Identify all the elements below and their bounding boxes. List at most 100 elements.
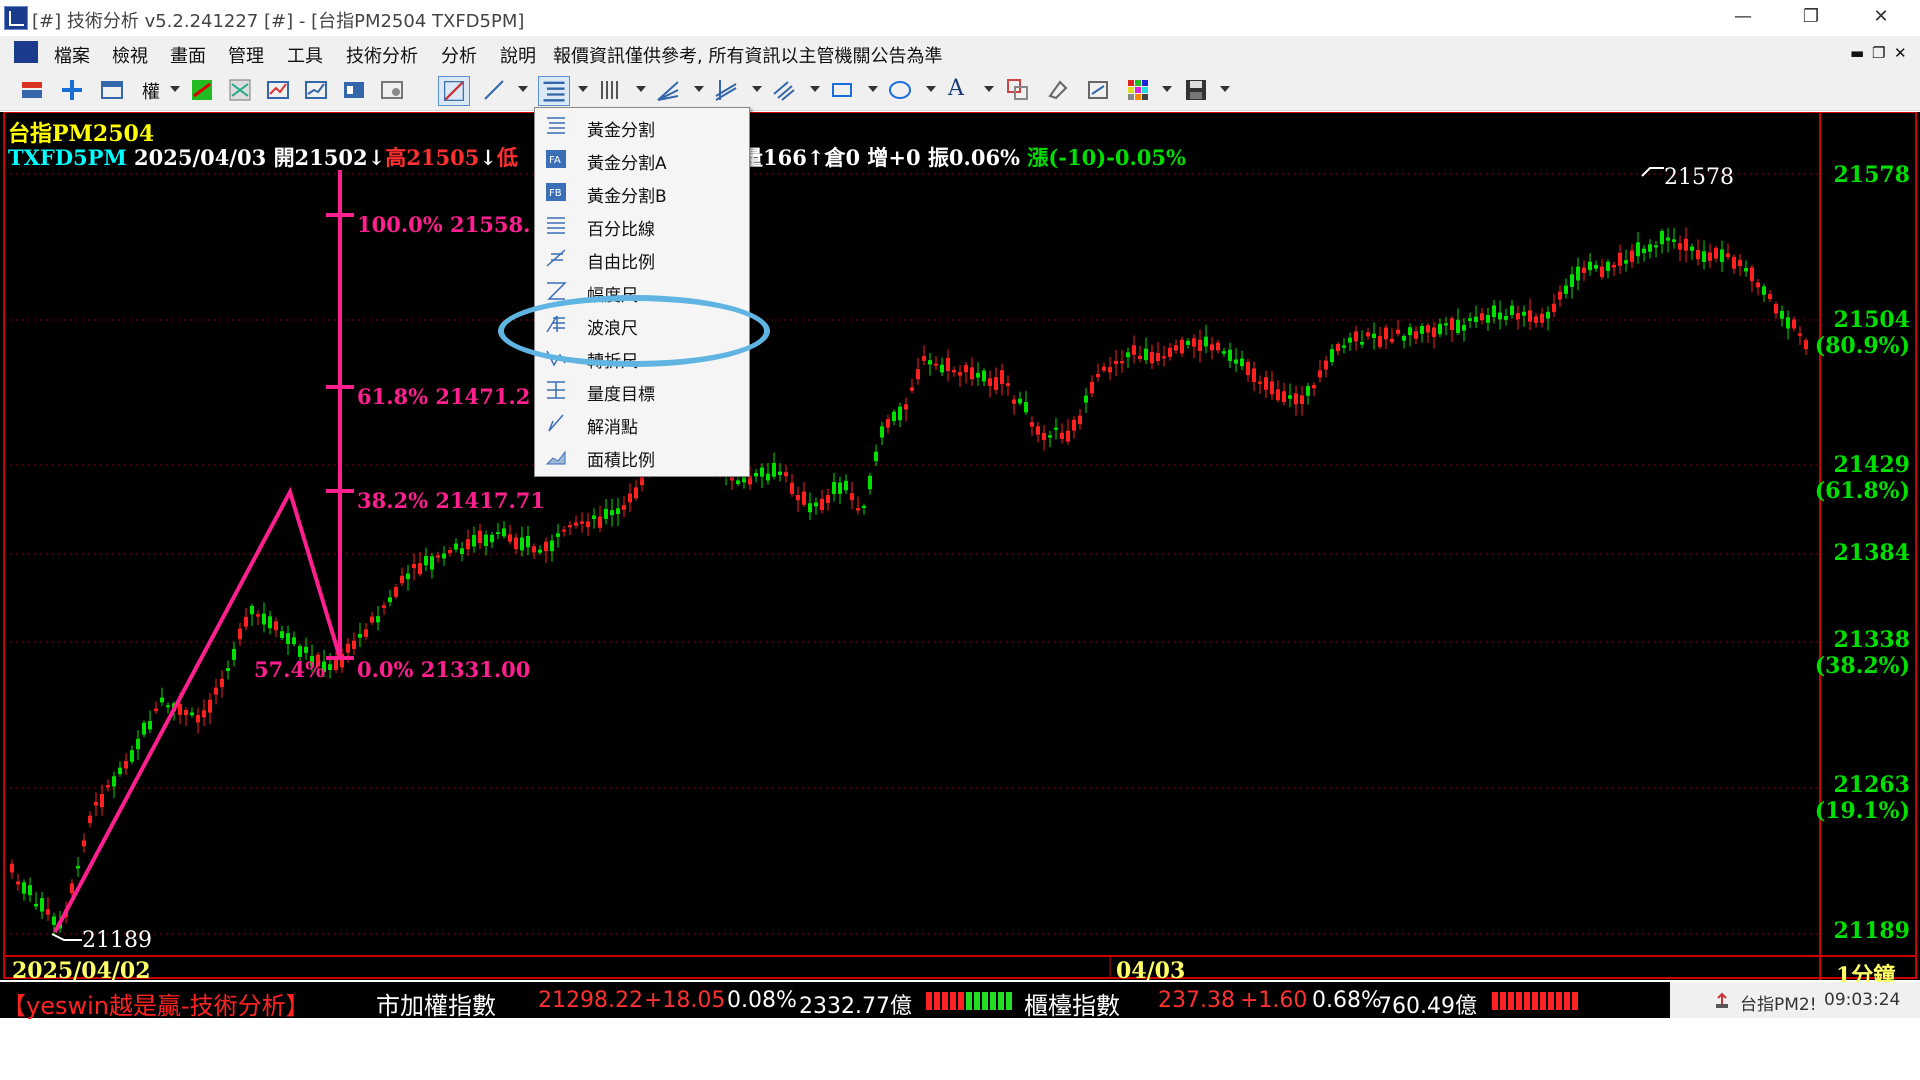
menu-item-cancel-point[interactable]: 解消點 bbox=[535, 407, 749, 440]
chart-window-icon[interactable] bbox=[20, 78, 44, 102]
menu-item-measure-target[interactable]: 量度目標 bbox=[535, 374, 749, 407]
menu-item-area-ratio[interactable]: 面積比例 bbox=[535, 440, 749, 473]
palette-dropdown-icon[interactable] bbox=[1162, 86, 1172, 92]
candle-body bbox=[10, 863, 14, 873]
save-dropdown-icon[interactable] bbox=[1220, 86, 1230, 92]
candle-body bbox=[1312, 385, 1316, 389]
app-logo-icon bbox=[4, 6, 28, 30]
y-axis-label-21429: 21429 (61.8%) bbox=[1815, 452, 1910, 504]
color-palette-icon[interactable] bbox=[1126, 78, 1150, 102]
candle-body bbox=[880, 426, 884, 438]
high-price: 高21505 bbox=[385, 145, 480, 170]
candle-body bbox=[802, 491, 806, 505]
candle-body bbox=[820, 498, 824, 510]
compare-icon[interactable] bbox=[228, 78, 252, 102]
close-button[interactable]: ✕ bbox=[1858, 0, 1904, 34]
draw-mode-icon[interactable] bbox=[438, 76, 470, 106]
menu-view[interactable]: 檢視 bbox=[112, 42, 148, 68]
rights-adjust-button[interactable]: 權 bbox=[142, 78, 160, 104]
trendline-icon[interactable] bbox=[482, 78, 506, 102]
toolbar: 權 A bbox=[0, 70, 1920, 111]
quote-info-line-right: 量166↑倉0 增+0 振0.06% 漲(-10)-0.05% bbox=[742, 142, 1186, 172]
candle-body bbox=[970, 367, 974, 380]
fan-lines-dropdown-icon[interactable] bbox=[694, 86, 704, 92]
menu-item-golden-ratio-a[interactable]: FA 黃金分割A bbox=[535, 143, 749, 176]
candle-body bbox=[1264, 377, 1268, 390]
menu-help[interactable]: 說明 bbox=[500, 42, 536, 68]
candle-body bbox=[1252, 368, 1256, 382]
mdi-restore-button[interactable]: ❐ bbox=[1872, 44, 1885, 62]
ellipse-dropdown-icon[interactable] bbox=[926, 86, 936, 92]
candle-body bbox=[1510, 305, 1514, 316]
parallel-lines-icon[interactable] bbox=[772, 78, 796, 102]
candle-body bbox=[862, 505, 866, 509]
candle-body bbox=[1360, 341, 1364, 345]
mdi-close-button[interactable]: ✕ bbox=[1894, 44, 1907, 62]
menu-file[interactable]: 檔案 bbox=[54, 42, 90, 68]
ellipse-icon[interactable] bbox=[888, 78, 912, 102]
ruler-window-icon[interactable] bbox=[100, 78, 124, 102]
text-dropdown-icon[interactable] bbox=[984, 86, 994, 92]
menu-manage[interactable]: 管理 bbox=[228, 42, 264, 68]
menu-item-free-ratio[interactable]: 自由比例 bbox=[535, 242, 749, 275]
menu-screen[interactable]: 畫面 bbox=[170, 42, 206, 68]
y-axis-label-21338: 21338 (38.2%) bbox=[1815, 627, 1910, 679]
chart-panel[interactable]: 台指PM2504 TXFD5PM 2025/04/03 開21502↓高2150… bbox=[0, 112, 1920, 989]
candlestick-chart[interactable] bbox=[0, 112, 1920, 980]
chart-type-d-icon[interactable] bbox=[380, 78, 404, 102]
candle-body bbox=[772, 462, 776, 477]
vertical-lines-dropdown-icon[interactable] bbox=[636, 86, 646, 92]
fan-lines-icon[interactable] bbox=[656, 78, 680, 102]
menu-technical-analysis[interactable]: 技術分析 bbox=[346, 42, 418, 68]
rights-dropdown-icon[interactable] bbox=[170, 86, 180, 92]
menu-item-golden-ratio-b[interactable]: FB 黃金分割B bbox=[535, 176, 749, 209]
candle-body bbox=[1336, 343, 1340, 352]
mdi-minimize-button[interactable]: ▬ bbox=[1850, 44, 1864, 62]
candle-body bbox=[1036, 426, 1040, 435]
chart-type-b-icon[interactable] bbox=[304, 78, 328, 102]
rectangle-icon[interactable] bbox=[830, 78, 854, 102]
menu-tools[interactable]: 工具 bbox=[287, 42, 323, 68]
candle-body bbox=[1180, 339, 1184, 354]
candle-body bbox=[358, 633, 362, 638]
menu-item-golden-ratio[interactable]: 黃金分割 bbox=[535, 110, 749, 143]
candle-body bbox=[166, 705, 170, 708]
candle-body bbox=[214, 687, 218, 695]
channel-dropdown-icon[interactable] bbox=[752, 86, 762, 92]
menu-analysis[interactable]: 分析 bbox=[441, 42, 477, 68]
free-ratio-icon bbox=[546, 249, 566, 267]
candle-body bbox=[280, 631, 284, 639]
menu-item-percent-lines[interactable]: 百分比線 bbox=[535, 209, 749, 242]
eraser-icon[interactable] bbox=[1046, 78, 1070, 102]
save-icon[interactable] bbox=[1184, 78, 1208, 102]
chart-type-a-icon[interactable] bbox=[266, 78, 290, 102]
vertical-lines-icon[interactable] bbox=[598, 78, 622, 102]
candle-body bbox=[586, 521, 590, 528]
index1-pct: 0.08% bbox=[727, 988, 797, 1013]
crosshair-icon[interactable] bbox=[60, 78, 84, 102]
indicator-icon[interactable] bbox=[190, 78, 214, 102]
text-tool-icon[interactable]: A bbox=[948, 76, 964, 101]
fibonacci-tool-icon[interactable] bbox=[538, 76, 570, 106]
minimize-button[interactable]: — bbox=[1720, 0, 1766, 34]
menu-bar: 檔案 檢視 畫面 管理 工具 技術分析 分析 說明 報價資訊僅供參考, 所有資訊… bbox=[0, 36, 1920, 70]
rectangle-dropdown-icon[interactable] bbox=[868, 86, 878, 92]
candle-body bbox=[1690, 246, 1694, 251]
candle-body bbox=[622, 505, 626, 510]
fibonacci-dropdown-icon[interactable] bbox=[578, 86, 588, 92]
parallel-dropdown-icon[interactable] bbox=[810, 86, 820, 92]
candle-body bbox=[928, 360, 932, 365]
menu-notice: 報價資訊僅供參考, 所有資訊以主管機關公告為準 bbox=[553, 46, 943, 67]
candle-body bbox=[1054, 427, 1058, 430]
delete-drawing-icon[interactable] bbox=[1086, 78, 1110, 102]
restore-button[interactable]: ❐ bbox=[1788, 0, 1834, 34]
trendline-dropdown-icon[interactable] bbox=[518, 86, 528, 92]
candle-body bbox=[838, 482, 842, 494]
candle-body bbox=[898, 406, 902, 421]
chart-type-c-icon[interactable] bbox=[342, 78, 366, 102]
copy-drawing-icon[interactable] bbox=[1006, 78, 1030, 102]
candle-body bbox=[844, 480, 848, 491]
candle-body bbox=[1714, 247, 1718, 259]
channel-icon[interactable] bbox=[714, 78, 738, 102]
app-menu-icon[interactable] bbox=[14, 41, 38, 63]
